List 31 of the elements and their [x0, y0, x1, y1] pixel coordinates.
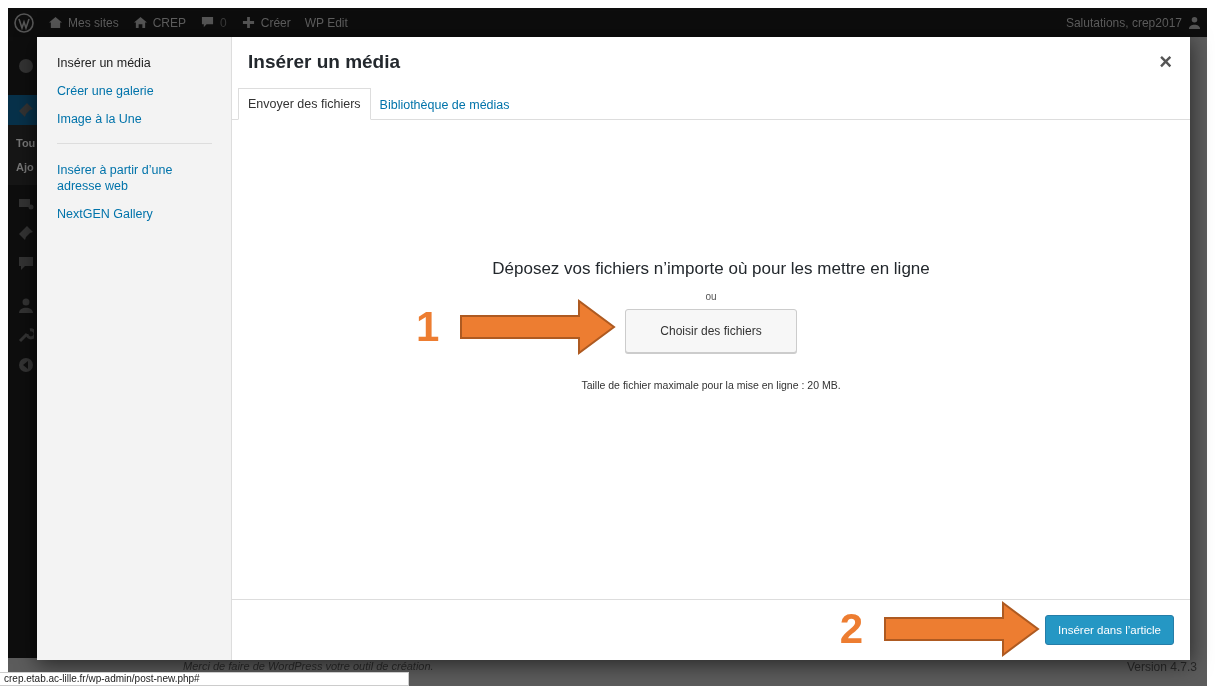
- admin-bar-item[interactable]: Créer: [240, 15, 291, 30]
- media-menu-item[interactable]: Insérer un média: [37, 49, 232, 77]
- comment-icon: [200, 16, 216, 29]
- account-greeting[interactable]: Salutations, crep2017: [1065, 15, 1201, 30]
- plus-icon: [240, 16, 256, 29]
- insert-into-post-button[interactable]: Insérer dans l’article: [1045, 615, 1174, 645]
- admin-bar-item[interactable]: WP Edit: [304, 15, 348, 30]
- collapse-icon[interactable]: [18, 357, 34, 373]
- status-bar-url: crep.etab.ac-lille.fr/wp-admin/post-new.php#: [0, 672, 409, 686]
- modal-title: Insérer un média: [248, 51, 401, 73]
- max-upload-size-text: Taille de fichier maximale pour la mise en ligne : 20 MB.: [581, 378, 841, 391]
- media-menu-item[interactable]: Insérer à partir d’une adresse web: [37, 156, 232, 200]
- admin-bar-item[interactable]: Mes sites: [48, 15, 119, 30]
- drop-instructions: Déposez vos fichiers n’importe où pour les mettre en ligne: [492, 258, 930, 279]
- media-menu-item[interactable]: Image à la Une: [37, 105, 232, 133]
- or-text: ou: [705, 290, 717, 302]
- choose-files-button[interactable]: Choisir des fichiers: [625, 308, 797, 353]
- dashboard-icon[interactable]: [18, 58, 34, 74]
- annotation-number: 2: [839, 605, 864, 653]
- tab[interactable]: Bibliothèque de médias: [370, 90, 519, 120]
- media-menu-item[interactable]: NextGEN Gallery: [37, 200, 232, 228]
- user-icon[interactable]: [18, 297, 34, 313]
- annotation-number: 1: [415, 302, 440, 351]
- home-icon: [132, 16, 148, 29]
- admin-bar-item[interactable]: CREP: [132, 15, 187, 30]
- comment-icon[interactable]: [18, 255, 34, 271]
- media-menu-item[interactable]: Créer une galerie: [37, 77, 232, 105]
- wordpress-logo-icon[interactable]: [14, 12, 34, 33]
- tab[interactable]: Envoyer des fichiers: [238, 88, 371, 120]
- close-button[interactable]: ×: [1157, 49, 1174, 75]
- user-icon: [1188, 16, 1201, 29]
